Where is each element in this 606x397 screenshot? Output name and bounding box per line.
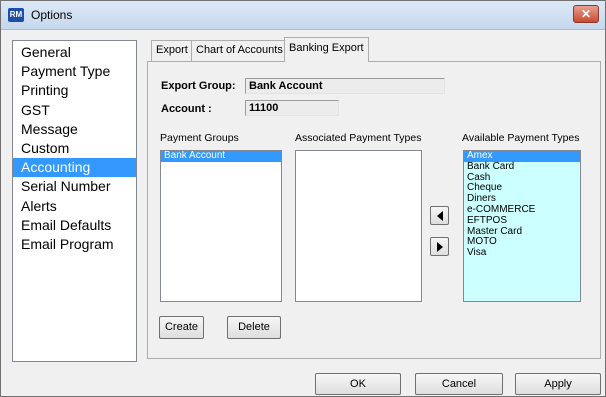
options-window: RM Options ✕ General Payment Type Printing… [0,0,606,397]
close-button[interactable]: ✕ [573,5,599,23]
export-group-label: Export Group: [161,80,236,92]
payment-groups-label: Payment Groups [160,132,239,144]
close-icon: ✕ [580,7,592,21]
associated-payment-types-list[interactable] [295,150,422,302]
create-button[interactable]: Create [159,316,204,339]
tab-chart-of-accounts[interactable]: Chart of Accounts [191,40,288,61]
list-item[interactable]: Bank Card [464,161,580,173]
nav-item-custom[interactable]: Custom [13,139,136,158]
associated-payment-types-label: Associated Payment Types [295,132,422,144]
arrow-left-icon [437,211,443,221]
arrow-right-icon [437,242,443,252]
nav-item-email-program[interactable]: Email Program [13,235,136,254]
move-left-button[interactable] [430,206,449,225]
tab-export[interactable]: Export [151,40,193,61]
nav-item-message[interactable]: Message [13,120,136,139]
nav-item-printing[interactable]: Printing [13,81,136,100]
tab-banking-export[interactable]: Banking Export [284,37,369,62]
nav-item-payment-type[interactable]: Payment Type [13,62,136,81]
nav-item-general[interactable]: General [13,43,136,62]
payment-groups-list[interactable]: Bank Account [160,150,282,302]
list-item[interactable]: EFTPOS [464,215,580,227]
move-right-button[interactable] [430,237,449,256]
ok-button[interactable]: OK [315,373,401,395]
nav-item-accounting[interactable]: Accounting [13,158,136,178]
nav-item-serial-number[interactable]: Serial Number [13,177,136,196]
options-category-list[interactable]: General Payment Type Printing GST Message Cus… [12,40,137,362]
available-payment-types-label: Available Payment Types [462,132,580,144]
nav-item-email-defaults[interactable]: Email Defaults [13,216,136,235]
dialog-button-bar: OK Cancel Apply [1,363,605,396]
window-title: Options [31,8,73,22]
list-item[interactable]: Bank Account [161,151,281,162]
list-item[interactable]: Visa [464,247,580,259]
delete-button[interactable]: Delete [227,316,281,339]
apply-button[interactable]: Apply [515,373,601,395]
export-group-field: Bank Account [245,78,445,94]
nav-item-alerts[interactable]: Alerts [13,197,136,216]
account-label: Account : [161,103,212,115]
title-bar[interactable]: RM Options ✕ [1,1,605,30]
app-icon: RM [8,8,24,22]
banking-export-panel: Export Group: Bank Account Account : 111… [147,61,601,359]
account-field: 11100 [245,100,339,116]
available-payment-types-list[interactable]: Amex Bank Card Cash Cheque Diners e-COMMERCE E… [463,150,581,302]
nav-item-gst[interactable]: GST [13,101,136,120]
cancel-button[interactable]: Cancel [415,373,503,395]
